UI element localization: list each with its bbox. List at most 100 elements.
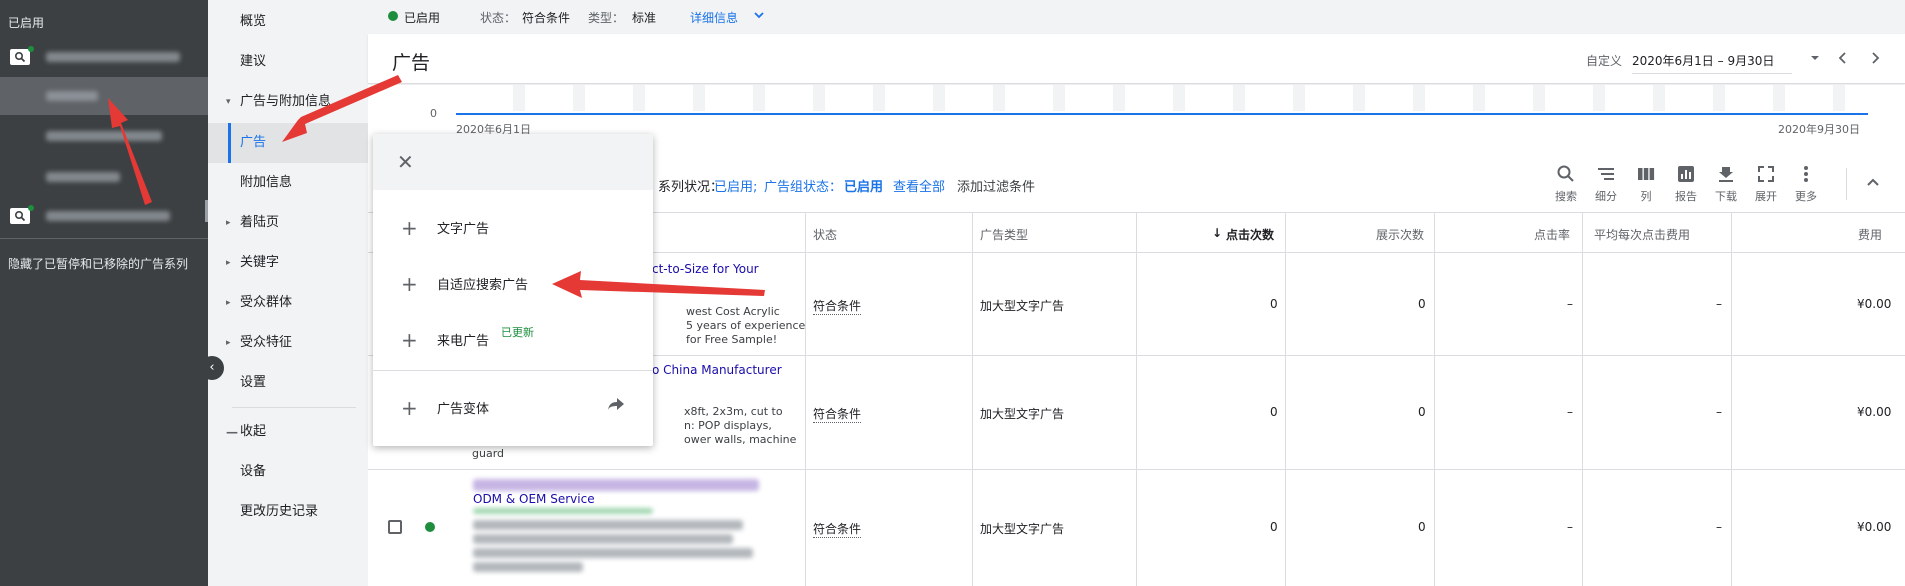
view-all-link[interactable]: 查看全部 bbox=[893, 176, 945, 195]
nav-item-audiences[interactable]: ▸ 受众群体 bbox=[208, 283, 368, 323]
chevron-left-icon[interactable] bbox=[1836, 50, 1850, 70]
new-ad-menu: ✕ + 文字广告 + 自适应搜索广告 + 来电广告 已更新 + 广告变体 bbox=[373, 134, 653, 446]
toolbar-download-button[interactable]: 下载 bbox=[1706, 164, 1746, 204]
col-header-ctr[interactable]: 点击率 bbox=[1534, 226, 1570, 243]
nav-item-landing-pages[interactable]: ▸ 着陆页 bbox=[208, 203, 368, 243]
ad-headline-link[interactable]: ct-to-Size for Your bbox=[652, 262, 759, 276]
col-header-cost[interactable]: 费用 bbox=[1858, 226, 1882, 243]
toolbar-search-button[interactable]: 搜索 bbox=[1546, 164, 1586, 204]
redacted-adgroup-name bbox=[46, 131, 162, 141]
cost-cell: ¥0.00 bbox=[1857, 297, 1892, 311]
menu-item-responsive-search-ad[interactable]: + 自适应搜索广告 bbox=[373, 258, 653, 308]
ad-type-cell: 加大型文字广告 bbox=[980, 299, 1065, 313]
menu-item-text-ad[interactable]: + 文字广告 bbox=[373, 202, 653, 252]
status-cell[interactable]: 符合条件 bbox=[813, 520, 862, 538]
chart-y-zero: 0 bbox=[430, 107, 437, 120]
col-header-status[interactable]: 状态 bbox=[813, 226, 837, 243]
close-icon[interactable]: ✕ bbox=[397, 150, 414, 174]
page-nav: 概览 建议 ▾ 广告与附加信息 广告 附加信息 ▸ 着陆页 ▸ 关键字 ▸ 受众群体 ▸… bbox=[208, 0, 368, 586]
cpc-cell: – bbox=[1716, 297, 1722, 311]
ad-description-line: 5 years of experience bbox=[686, 319, 806, 332]
ad-description-line: for Free Sample! bbox=[686, 333, 778, 346]
dropdown-arrow-icon[interactable] bbox=[1809, 52, 1821, 68]
nav-item-change-history[interactable]: 更改历史记录 bbox=[208, 492, 368, 532]
caret-right-icon: ▸ bbox=[226, 338, 231, 348]
nav-item-keywords[interactable]: ▸ 关键字 bbox=[208, 243, 368, 283]
nav-item-devices[interactable]: 设备 bbox=[208, 452, 368, 492]
toolbar-report-button[interactable]: 报告 bbox=[1666, 164, 1706, 204]
chevron-left-icon: ‹ bbox=[209, 360, 215, 375]
ad-description-line: west Cost Acrylic bbox=[686, 305, 780, 318]
adgroup-status-filter-label[interactable]: 广告组状态： bbox=[764, 176, 842, 195]
account-row[interactable] bbox=[0, 158, 208, 196]
row-checkbox[interactable] bbox=[388, 520, 402, 534]
redacted-description bbox=[473, 520, 743, 530]
download-icon bbox=[1706, 164, 1746, 188]
divider bbox=[1731, 212, 1732, 586]
menu-item-ad-variations[interactable]: + 广告变体 bbox=[373, 382, 653, 432]
nav-item-ads-extensions[interactable]: ▾ 广告与附加信息 bbox=[208, 82, 368, 122]
redacted-headline bbox=[473, 479, 759, 491]
chevron-up-icon[interactable] bbox=[1865, 174, 1881, 194]
ad-headline-link[interactable]: ODM & OEM Service bbox=[473, 492, 595, 506]
divider bbox=[1285, 212, 1286, 586]
account-row[interactable] bbox=[0, 117, 208, 155]
nav-item-demographics[interactable]: ▸ 受众特征 bbox=[208, 323, 368, 363]
enabled-dot-icon bbox=[425, 522, 435, 532]
account-row[interactable] bbox=[0, 38, 208, 76]
plus-icon: + bbox=[401, 272, 418, 296]
adgroup-status-filter-value[interactable]: 已启用 bbox=[844, 176, 883, 195]
status-cell[interactable]: 符合条件 bbox=[813, 297, 862, 315]
nav-item-ads[interactable]: 广告 bbox=[208, 123, 368, 163]
nav-item-settings[interactable]: 设置 bbox=[208, 363, 368, 403]
plus-icon: + bbox=[401, 328, 418, 352]
plus-icon: + bbox=[401, 216, 418, 240]
nav-item-extensions[interactable]: 附加信息 bbox=[208, 163, 368, 203]
sort-down-icon: ↓ bbox=[1212, 226, 1223, 240]
account-panel: 已启用 隐藏了已暂停和已移除的广告系列 bbox=[0, 0, 208, 586]
toolbar-segment-button[interactable]: 细分 bbox=[1586, 164, 1626, 204]
chevron-right-icon[interactable] bbox=[1868, 50, 1882, 70]
nav-item-overview[interactable]: 概览 bbox=[208, 2, 368, 42]
collapse-panel-button[interactable]: ‹ bbox=[200, 356, 224, 380]
ad-description-line: ower walls, machine bbox=[684, 433, 797, 446]
menu-item-call-ad[interactable]: + 来电广告 已更新 bbox=[373, 314, 653, 364]
redacted-adgroup-name bbox=[46, 172, 120, 182]
toolbar-more-button[interactable]: 更多 bbox=[1786, 164, 1826, 204]
campaign-status-filter-value[interactable]: 已启用; bbox=[714, 176, 757, 195]
report-icon bbox=[1666, 164, 1706, 188]
divider bbox=[1846, 168, 1847, 200]
account-row-selected[interactable] bbox=[0, 77, 208, 115]
menu-header: ✕ bbox=[373, 134, 653, 190]
plus-icon: + bbox=[401, 396, 418, 420]
ad-headline-link[interactable]: o China Manufacturer bbox=[652, 363, 782, 377]
col-header-impressions[interactable]: 展示次数 bbox=[1376, 226, 1424, 243]
ad-description-line: guard bbox=[472, 447, 505, 460]
clicks-cell: 0 bbox=[1270, 297, 1278, 311]
chevron-down-icon[interactable] bbox=[752, 8, 766, 25]
details-link[interactable]: 详细信息 bbox=[690, 9, 738, 26]
redacted-campaign-name bbox=[46, 211, 170, 221]
impressions-cell: 0 bbox=[1418, 297, 1426, 311]
nav-collapse-toggle[interactable]: — 收起 bbox=[208, 412, 368, 452]
col-header-ad-type[interactable]: 广告类型 bbox=[980, 226, 1028, 243]
cpc-cell: – bbox=[1716, 520, 1722, 534]
caret-right-icon: ▸ bbox=[226, 298, 231, 308]
date-range-selector[interactable]: 2020年6月1日 – 9月30日 bbox=[1632, 52, 1792, 74]
caret-right-icon: ▸ bbox=[226, 258, 231, 268]
toolbar-expand-button[interactable]: 展开 bbox=[1746, 164, 1786, 204]
col-header-clicks[interactable]: 点击次数 bbox=[1226, 226, 1274, 243]
status-cell[interactable]: 符合条件 bbox=[813, 405, 862, 423]
nav-item-recommendations[interactable]: 建议 bbox=[208, 42, 368, 82]
add-filter-button[interactable]: 添加过滤条件 bbox=[957, 176, 1035, 195]
ad-description-line: x8ft, 2x3m, cut to bbox=[684, 405, 783, 418]
toolbar-columns-button[interactable]: 列 bbox=[1626, 164, 1666, 204]
redacted-url bbox=[473, 508, 653, 514]
account-row[interactable] bbox=[0, 197, 208, 235]
col-header-avg-cpc[interactable]: 平均每次点击费用 bbox=[1594, 226, 1690, 243]
enabled-dot-icon bbox=[28, 205, 34, 211]
redacted-description bbox=[473, 562, 583, 572]
share-arrow-icon bbox=[607, 396, 625, 415]
type-value: 标准 bbox=[632, 11, 657, 25]
account-status-label: 已启用 bbox=[8, 16, 45, 30]
